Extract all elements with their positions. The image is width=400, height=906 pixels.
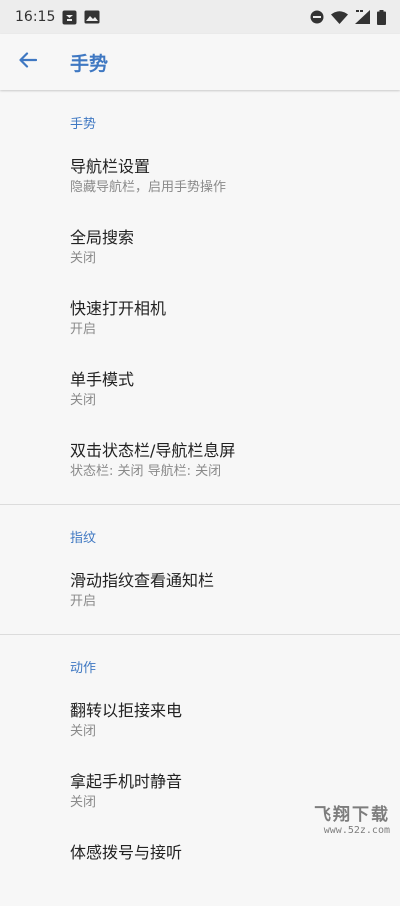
status-right (310, 9, 386, 25)
setting-navigation-bar[interactable]: 导航栏设置 隐藏导航栏，启用手势操作 (0, 149, 400, 220)
page-title: 手势 (70, 52, 109, 75)
wifi-icon (331, 10, 348, 24)
setting-motion-dial-answer[interactable]: 体感拨号与接听 (0, 835, 400, 906)
setting-subtitle: 隐藏导航栏，启用手势操作 (70, 180, 227, 195)
setting-flip-to-reject-call[interactable]: 翻转以拒接来电 关闭 (0, 693, 400, 764)
setting-title: 快速打开相机 (70, 299, 167, 318)
setting-title: 滑动指纹查看通知栏 (70, 571, 215, 590)
notification-app-icon (62, 10, 77, 25)
setting-title: 导航栏设置 (70, 157, 151, 176)
app-bar: 手势 (0, 34, 400, 90)
do-not-disturb-icon (310, 10, 324, 24)
section-header-gestures: 手势 (70, 117, 97, 132)
setting-title: 体感拨号与接听 (70, 843, 183, 862)
watermark-url: www.52z.com (323, 825, 390, 836)
watermark: 飞翔下载 www.52z.com (314, 800, 390, 836)
setting-subtitle: 关闭 (70, 724, 97, 739)
status-left: 16:15 (15, 9, 100, 25)
section-header-fingerprint: 指纹 (70, 531, 97, 546)
setting-subtitle: 状态栏: 关闭 导航栏: 关闭 (70, 464, 222, 479)
status-bar: 16:15 (0, 0, 400, 34)
setting-subtitle: 开启 (70, 322, 97, 337)
setting-swipe-fingerprint-notifications[interactable]: 滑动指纹查看通知栏 开启 (0, 563, 400, 634)
setting-title: 拿起手机时静音 (70, 772, 183, 791)
watermark-title: 飞翔下载 (314, 805, 390, 825)
image-notification-icon (84, 10, 100, 24)
back-button[interactable] (0, 34, 56, 90)
arrow-left-icon (19, 52, 38, 72)
setting-subtitle: 关闭 (70, 251, 97, 266)
battery-icon (377, 9, 386, 25)
setting-global-search[interactable]: 全局搜索 关闭 (0, 220, 400, 291)
settings-list: 手势 导航栏设置 隐藏导航栏，启用手势操作 全局搜索 关闭 快速打开相机 开启 … (0, 91, 400, 906)
section-header-actions: 动作 (70, 661, 97, 676)
setting-subtitle: 关闭 (70, 393, 97, 408)
setting-one-hand-mode[interactable]: 单手模式 关闭 (0, 362, 400, 433)
signal-icon (355, 10, 370, 24)
setting-title: 翻转以拒接来电 (70, 701, 183, 720)
setting-title: 全局搜索 (70, 228, 135, 247)
setting-double-tap-screen-off[interactable]: 双击状态栏/导航栏息屏 状态栏: 关闭 导航栏: 关闭 (0, 433, 400, 504)
status-time: 16:15 (15, 9, 56, 25)
setting-title: 双击状态栏/导航栏息屏 (70, 441, 236, 460)
setting-subtitle: 开启 (70, 594, 97, 609)
setting-title: 单手模式 (70, 370, 135, 389)
setting-quick-camera[interactable]: 快速打开相机 开启 (0, 291, 400, 362)
